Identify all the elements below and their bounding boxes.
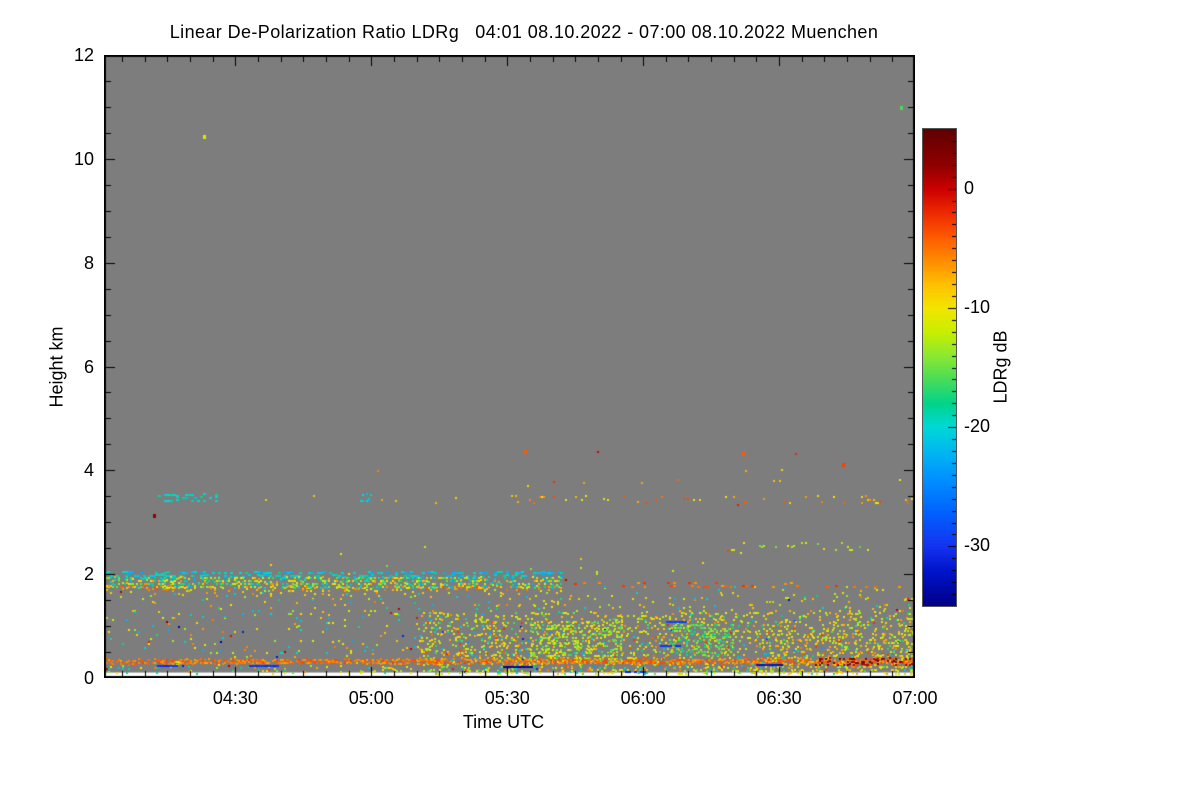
x-tick-label: 05:30 (484, 688, 530, 708)
y-tick-label: 8 (83, 252, 94, 273)
colorbar-tick-label: -30 (964, 535, 991, 556)
x-tick-label: 06:00 (620, 688, 666, 708)
y-tick-label: 2 (83, 564, 94, 585)
ldr-time-height-chart: Linear De-Polarization Ratio LDRg 04:01 … (0, 0, 1200, 800)
colorbar-tick-label: -10 (964, 296, 991, 317)
x-tick-label: 04:30 (212, 688, 258, 708)
colorbar-tick-label: 0 (964, 177, 975, 198)
y-tick-label: 10 (73, 148, 94, 169)
y-tick-label: 12 (73, 45, 94, 65)
heatmap-plot-area (104, 55, 915, 678)
colorbar-tick-label: -20 (964, 416, 991, 437)
chart-title: Linear De-Polarization Ratio LDRg 04:01 … (169, 22, 879, 42)
x-tick-label: 07:00 (892, 688, 938, 708)
colorbar (922, 128, 957, 607)
y-tick-label: 6 (83, 356, 94, 377)
x-tick-label: 06:30 (756, 688, 802, 708)
y-tick-label: 4 (83, 460, 94, 481)
x-axis-label: Time UTC (462, 712, 545, 732)
y-tick-label: 0 (83, 668, 94, 688)
x-tick-label: 05:00 (348, 688, 394, 708)
colorbar-label: LDRg dB (990, 329, 1011, 404)
